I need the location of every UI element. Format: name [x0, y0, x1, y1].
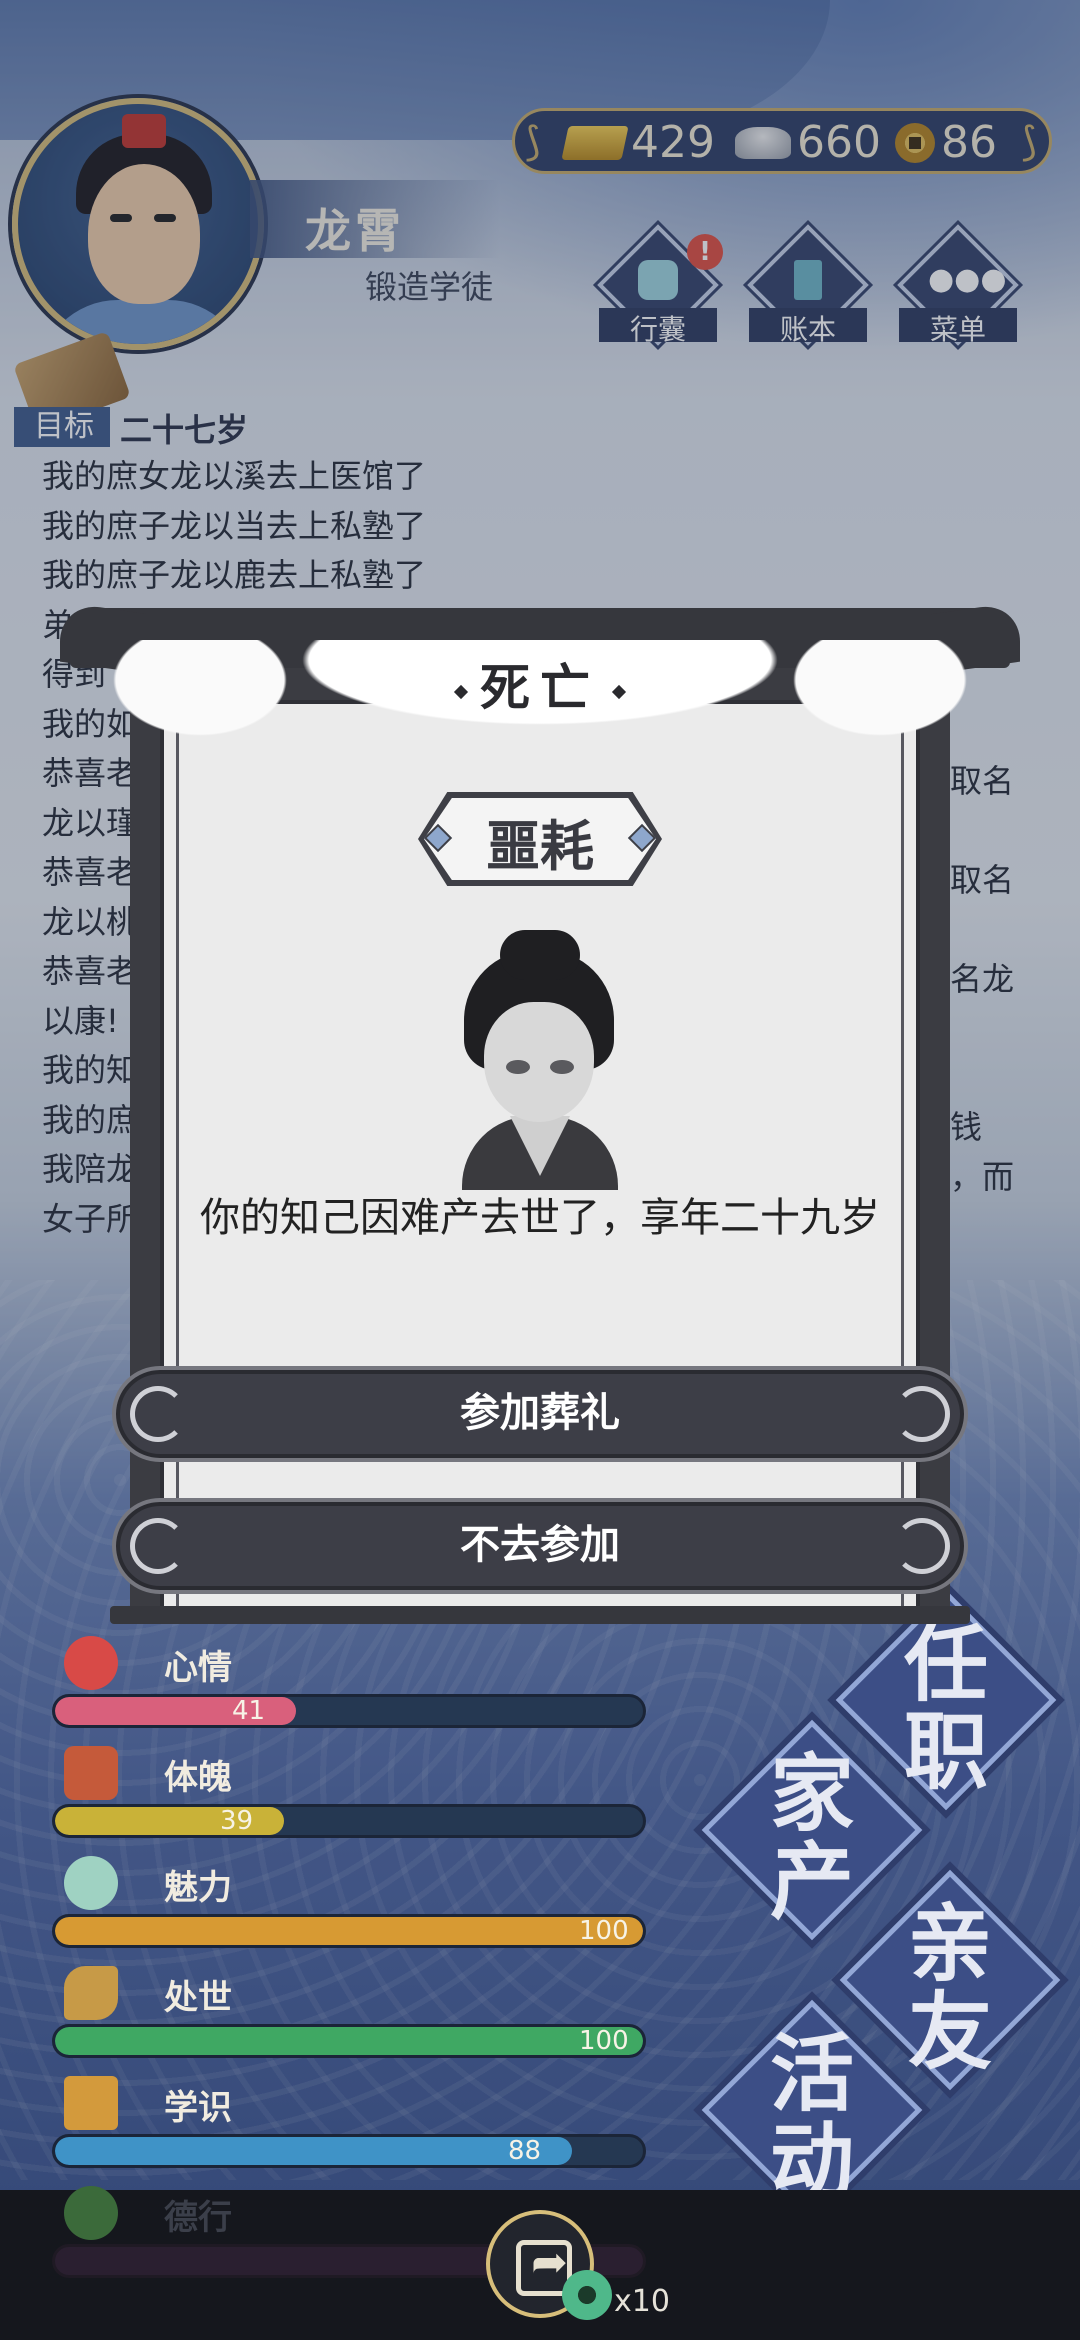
stat-label: 学识 — [164, 2088, 232, 2128]
stat-fill — [55, 2027, 643, 2055]
lute-icon — [64, 2186, 118, 2240]
relatives-label: 亲友 — [907, 1895, 992, 2081]
weight-icon — [64, 1746, 118, 1800]
portrait-eye — [506, 1060, 530, 1074]
decline-funeral-button[interactable]: 不去参加 — [112, 1498, 968, 1594]
portrait-bun — [500, 930, 580, 980]
stat-value: 88 — [508, 2136, 542, 2166]
gourd-icon — [64, 1966, 118, 2020]
stat-knowledge: 学识 88 — [52, 2076, 652, 2186]
stat-bar: 39 — [52, 1804, 646, 1838]
stat-fill — [55, 1917, 643, 1945]
stat-bar: 100 — [52, 1914, 646, 1948]
stat-bar: 88 — [52, 2134, 646, 2168]
brush-holder-icon — [64, 2076, 118, 2130]
modal-message: 你的知己因难产去世了，享年二十九岁 — [200, 1195, 880, 1241]
title-dot — [453, 684, 469, 699]
mirror-icon — [64, 1856, 118, 1910]
modal-bottom-edge — [110, 1606, 970, 1624]
activity-button[interactable]: 活动 — [701, 1999, 923, 2221]
stat-label: 处世 — [164, 1978, 232, 2018]
flower-icon — [64, 1636, 118, 1690]
decline-funeral-label: 不去参加 — [460, 1522, 620, 1568]
stat-value: 41 — [232, 1696, 266, 1726]
attend-funeral-label: 参加葬礼 — [460, 1390, 620, 1436]
stat-bar: 41 — [52, 1694, 646, 1728]
stat-charm: 魅力 100 — [52, 1856, 652, 1966]
modal-title-text: 死亡 — [480, 659, 600, 717]
stat-physique: 体魄 39 — [52, 1746, 652, 1856]
attend-funeral-button[interactable]: 参加葬礼 — [112, 1366, 968, 1462]
title-dot — [611, 684, 627, 699]
stat-value: 100 — [579, 2026, 629, 2056]
modal-title: 死亡 — [400, 648, 680, 720]
stat-label: 德行 — [164, 2198, 232, 2238]
stat-worldliness: 处世 100 — [52, 1966, 652, 2076]
activity-label: 活动 — [769, 2025, 854, 2211]
stat-label: 心情 — [164, 1648, 232, 1688]
news-tag: 噩耗 — [418, 792, 662, 886]
stat-value: 100 — [579, 1916, 629, 1946]
cloud-ornament-icon — [130, 1518, 186, 1574]
stat-label: 体魄 — [164, 1758, 232, 1798]
portrait-face — [484, 1002, 594, 1122]
stat-mood: 心情 41 — [52, 1636, 652, 1746]
portrait-eye — [550, 1060, 574, 1074]
confidant-portrait — [450, 930, 630, 1190]
cloud-ornament-icon — [894, 1518, 950, 1574]
stat-fill — [55, 2137, 572, 2165]
news-tag-text: 噩耗 — [486, 815, 594, 878]
cloud-ornament-icon — [130, 1386, 186, 1442]
stat-label: 魅力 — [164, 1868, 232, 1908]
stat-value: 39 — [220, 1806, 254, 1836]
property-label: 家产 — [769, 1745, 854, 1931]
cloud-ornament-icon — [894, 1386, 950, 1442]
token-count: x10 — [614, 2284, 670, 2319]
stat-bar: 100 — [52, 2024, 646, 2058]
jade-token-icon — [562, 2270, 612, 2320]
